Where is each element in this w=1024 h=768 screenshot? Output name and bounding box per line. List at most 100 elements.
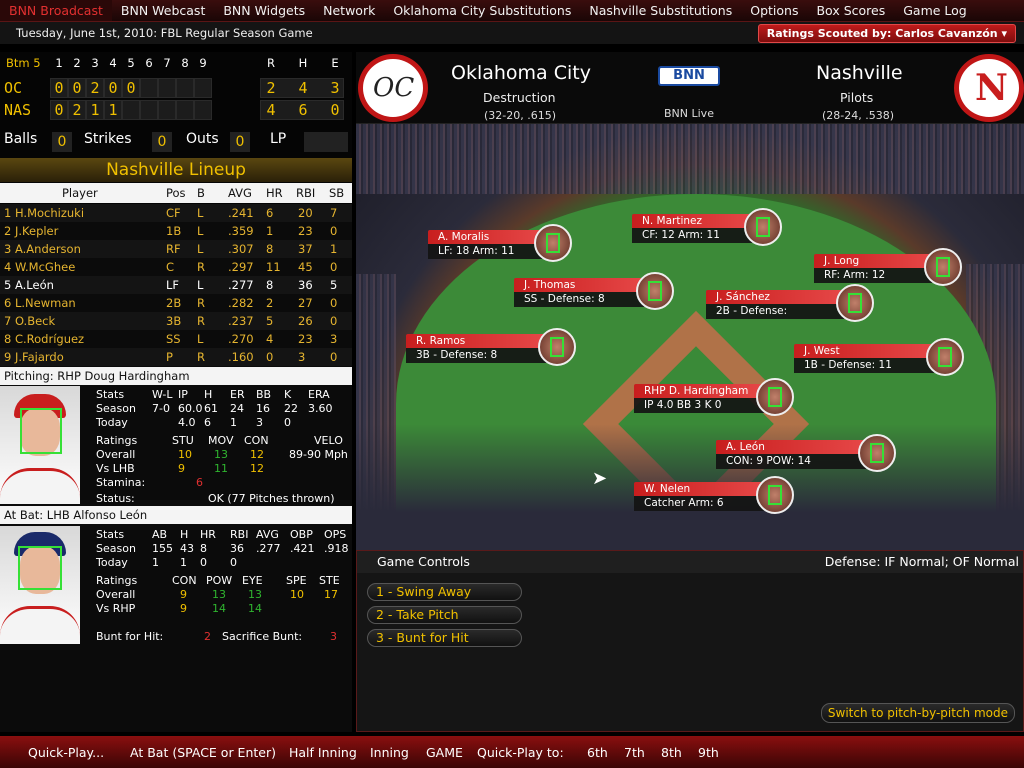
game-controls-header: Game Controls Defense: IF Normal; OF Nor… (357, 551, 1023, 573)
stat-value: Overall (96, 448, 136, 461)
lineup-cell: 8 C.Rodríguez (4, 332, 85, 346)
batter-stats: Stats AB H HR RBI AVG OBP OPS Season 155 43 8 36 .277… (84, 526, 352, 646)
strikes-label: Strikes (84, 131, 132, 147)
tab-bnn-widgets[interactable]: BNN Widgets (214, 0, 314, 21)
stat-value: 43 (180, 542, 194, 555)
quick-play-9th[interactable]: 9th (698, 745, 719, 760)
hits-head: H (298, 56, 308, 70)
stat-value: 9 (180, 588, 187, 601)
lineup-header: Player Pos B AVG HR RBI SB (0, 183, 352, 203)
stat-value: MOV (208, 434, 234, 447)
lineup-cell: SS (166, 332, 181, 346)
stat-value: 13 (248, 588, 262, 601)
lineup-row[interactable]: 2 J.Kepler 1B L .359 1 23 0 (0, 222, 352, 240)
lineup-cell: 1 (266, 224, 274, 238)
lineup-cell: 2 (266, 296, 274, 310)
tab-game-log[interactable]: Game Log (894, 0, 976, 21)
col-avg: AVG (228, 186, 252, 200)
tab-options[interactable]: Options (741, 0, 807, 21)
tab-network[interactable]: Network (314, 0, 384, 21)
lineup-cell: 36 (298, 278, 313, 292)
stat-value: 1 (152, 556, 159, 569)
stat-value: H (204, 388, 213, 401)
sub-bar: Tuesday, June 1st, 2010: FBL Regular Sea… (0, 22, 1024, 44)
half-inning-button[interactable]: Half Inning (289, 745, 357, 760)
stat-value: Season (96, 542, 136, 555)
take-pitch-button[interactable]: 2 - Take Pitch (367, 606, 522, 624)
bunt-for-hit-button[interactable]: 3 - Bunt for Hit (367, 629, 522, 647)
stat-value: 1 (230, 416, 237, 429)
home-inning-score: 0 (54, 101, 64, 119)
lineup-row[interactable]: 4 W.McGhee C R .297 11 45 0 (0, 258, 352, 276)
stat-value: AB (152, 528, 168, 541)
fielder-face-icon (926, 338, 964, 376)
col-rbi: RBI (296, 186, 316, 200)
inning-button[interactable]: Inning (370, 745, 409, 760)
matchup-header: OC Oklahoma City Destruction (32-20, .61… (356, 52, 1024, 124)
at-bat-button[interactable]: At Bat (SPACE or Enter) (130, 745, 276, 760)
fielder-rating: SS - Defense: 8 (514, 292, 654, 307)
lineup-cell: CF (166, 206, 181, 220)
home-inning-score: 1 (90, 101, 100, 119)
lineup-cell: 23 (298, 332, 313, 346)
batter-photo (0, 526, 80, 644)
quick-play-button[interactable]: Quick-Play... (28, 745, 104, 760)
lineup-cell: RF (166, 242, 181, 256)
tab-nashville-substitutions[interactable]: Nashville Substitutions (580, 0, 741, 21)
tab-box-scores[interactable]: Box Scores (807, 0, 894, 21)
lineup-cell: L (197, 224, 204, 238)
stat-value: Today (96, 556, 128, 569)
fielder-rating: Catcher Arm: 6 (634, 496, 774, 511)
quick-play-7th[interactable]: 7th (624, 745, 645, 760)
fielder-name: J. West (794, 344, 944, 358)
lineup-row[interactable]: 7 O.Beck 3B R .237 5 26 0 (0, 312, 352, 330)
lineup-cell: 11 (266, 260, 281, 274)
stat-value: OBP (290, 528, 313, 541)
lineup-table: 1 H.Mochizuki CF L .241 6 20 7 2 J.Kepler 1B L .35… (0, 204, 352, 366)
lineup-cell: P (166, 350, 173, 364)
tab-bnn-broadcast[interactable]: BNN Broadcast (0, 0, 112, 21)
scout-dropdown[interactable]: Ratings Scouted by: Carlos Cavanzón ▾ (757, 23, 1016, 43)
pitch-by-pitch-button[interactable]: Switch to pitch-by-pitch mode (820, 703, 1015, 723)
home-inning-score: 1 (108, 101, 118, 119)
tab-bnn-webcast[interactable]: BNN Webcast (112, 0, 214, 21)
lineup-row[interactable]: 8 C.Rodríguez SS L .270 4 23 3 (0, 330, 352, 348)
game-button[interactable]: GAME (426, 745, 463, 760)
lineup-row[interactable]: 5 A.León LF L .277 8 36 5 (0, 276, 352, 294)
col-pos: Pos (166, 186, 186, 200)
lineup-cell: 27 (298, 296, 313, 310)
lineup-row[interactable]: 1 H.Mochizuki CF L .241 6 20 7 (0, 204, 352, 222)
fielder-rating: IP 4.0 BB 3 K 0 (634, 398, 774, 413)
swing-away-button[interactable]: 1 - Swing Away (367, 583, 522, 601)
lineup-row[interactable]: 9 J.Fajardo P R .160 0 3 0 (0, 348, 352, 366)
lineup-row[interactable]: 3 A.Anderson RF L .307 8 37 1 (0, 240, 352, 258)
away-inning-score: 0 (72, 79, 82, 97)
lineup-cell: R (197, 314, 205, 328)
stat-value: BB (256, 388, 272, 401)
stat-value: Ratings (96, 434, 138, 447)
home-team-name: Nashville (816, 62, 903, 84)
runs-head: R (267, 56, 275, 70)
stat-value: 10 (178, 448, 192, 461)
lineup-cell: 1 (330, 242, 338, 256)
lineup-cell: .307 (228, 242, 254, 256)
quick-play-8th[interactable]: 8th (661, 745, 682, 760)
ballpark-field: A. Moralis LF: 18 Arm: 11 N. Martinez CF: 1… (356, 124, 1024, 550)
strikes-count: 0 (152, 132, 172, 152)
game-date: Tuesday, June 1st, 2010: FBL Regular Sea… (16, 26, 313, 40)
lineup-cell: .237 (228, 314, 254, 328)
stat-value: OPS (324, 528, 347, 541)
lineup-cell: 5 (330, 278, 338, 292)
lineup-row[interactable]: 6 L.Newman 2B R .282 2 27 0 (0, 294, 352, 312)
stat-value: .421 (290, 542, 315, 555)
stat-value: 61 (204, 402, 218, 415)
stat-value: SPE (286, 574, 307, 587)
lineup-cell: 5 A.León (4, 278, 54, 292)
tab-okc-substitutions[interactable]: Oklahoma City Substitutions (384, 0, 580, 21)
fielder-face-icon (924, 248, 962, 286)
stat-value: STU (172, 434, 194, 447)
stat-value: 0 (284, 416, 291, 429)
fielder-rating: 3B - Defense: 8 (406, 348, 556, 363)
stat-value: 89-90 Mph (289, 448, 348, 461)
quick-play-6th[interactable]: 6th (587, 745, 608, 760)
